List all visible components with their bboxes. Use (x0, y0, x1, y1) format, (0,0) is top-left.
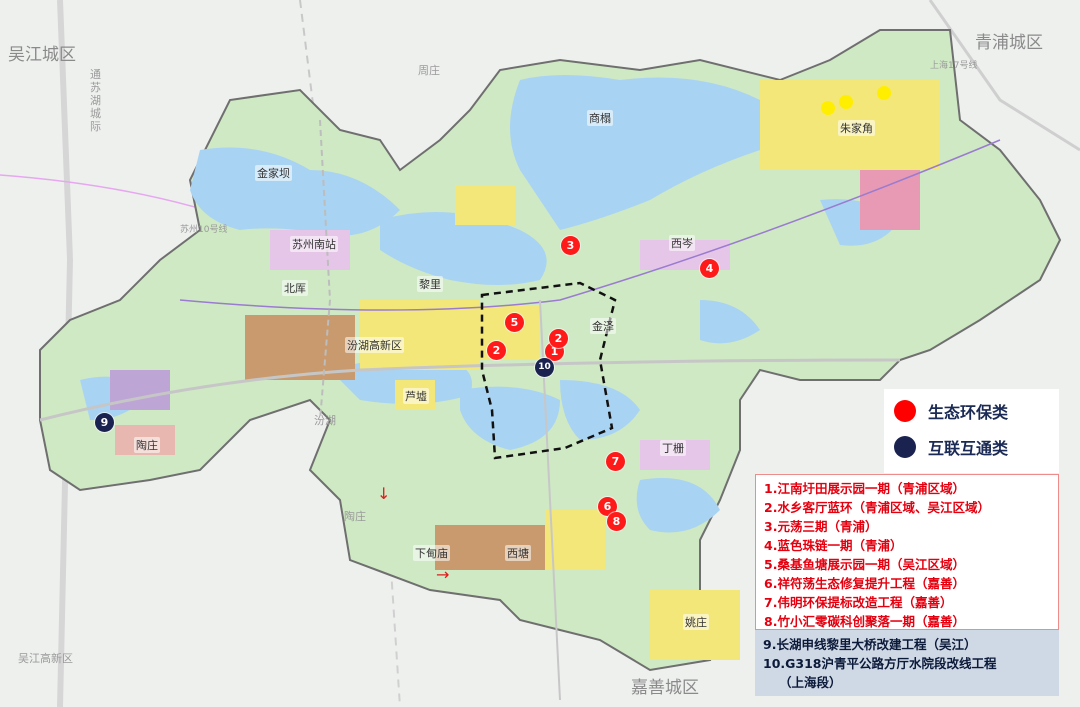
label-river: 汾湖 (314, 414, 336, 427)
urban (860, 170, 920, 230)
legend-label-eco: 生态环保类 (928, 403, 1009, 422)
eco-project-list: 1.江南圩田展示园一期（青浦区域） 2.水乡客厅蓝环（青浦区域、吴江区域） 3.… (755, 474, 1059, 630)
region-label-qingpu: 青浦城区 (975, 33, 1043, 53)
legend: 生态环保类 互联互通类 (884, 389, 1059, 473)
marker-project-7[interactable]: 7 (606, 452, 625, 471)
eco-project-item: 4.蓝色珠链一期（青浦） (764, 538, 903, 553)
region-label-wujiang-hi: 吴江高新区 (18, 652, 73, 665)
arrow-right-icon: → (436, 565, 450, 584)
place-jinjiaba: 金家坝 (255, 165, 292, 181)
label-line17: 上海17号线 (930, 61, 978, 71)
conn-project-list: 9.长湖申线黎里大桥改建工程（吴江） 10.G318沪青平公路方厅水院段改线工程… (755, 630, 1059, 696)
marker-project-3[interactable]: 3 (561, 236, 580, 255)
marker-project-2a[interactable]: 2 (549, 329, 568, 348)
highlight-dot (821, 101, 835, 115)
conn-project-item: 9.长湖申线黎里大桥改建工程（吴江） (763, 637, 977, 652)
eco-project-item: 8.竹小汇零碳科创聚落一期（嘉善） (764, 614, 965, 629)
place-xitang: 西塘 (505, 545, 531, 561)
region-label-taoyuan: 陶庄 (344, 510, 366, 523)
eco-project-item: 3.元荡三期（青浦） (764, 519, 878, 534)
eco-project-item: 5.桑基鱼塘展示园一期（吴江区域） (764, 557, 965, 572)
eco-project-item: 1.江南圩田展示园一期（青浦区域） (764, 481, 965, 496)
place-zhujiajiao: 朱家角 (838, 120, 875, 136)
eco-project-item: 6.祥符荡生态修复提升工程（嘉善） (764, 576, 965, 591)
industrial (110, 370, 170, 410)
region-label-wujiang: 吴江城区 (8, 45, 76, 65)
place-dingzha: 丁栅 (660, 440, 686, 456)
place-jinze: 金泽 (590, 318, 616, 334)
map-frame: 吴江城区 青浦城区 嘉善城区 吴江高新区 周庄 陶庄 朱家角 金家坝 苏州南站 … (0, 0, 1080, 707)
marker-project-8[interactable]: 8 (607, 512, 626, 531)
highlight-dot (877, 86, 891, 100)
urban (455, 185, 515, 225)
eco-project-item: 7.伟明环保提标改造工程（嘉善） (764, 595, 953, 610)
place-suzhou-south: 苏州南站 (290, 236, 338, 252)
legend-row-eco: 生态环保类 (894, 399, 1008, 423)
label-subway10: 苏州10号线 (180, 225, 228, 235)
place-luxu: 芦墟 (403, 388, 429, 404)
legend-dot-conn (894, 436, 916, 458)
marker-project-9[interactable]: 9 (95, 413, 114, 432)
highlight-dot (839, 95, 853, 109)
marker-project-4[interactable]: 4 (700, 259, 719, 278)
place-lili: 黎里 (417, 276, 443, 292)
place-xiadianmiao: 下甸庙 (413, 545, 450, 561)
conn-project-item: 10.G318沪青平公路方厅水院段改线工程 (763, 656, 997, 671)
marker-project-5[interactable]: 5 (505, 313, 524, 332)
place-beishe: 北厍 (282, 280, 308, 296)
place-xicen: 西岑 (669, 235, 695, 251)
conn-project-item: （上海段） (779, 675, 842, 690)
label-tongsu: 通苏湖城际 (90, 68, 101, 133)
place-taozhuang: 陶庄 (134, 437, 160, 453)
eco-project-item: 2.水乡客厅蓝环（青浦区域、吴江区域） (764, 500, 990, 515)
marker-project-2b[interactable]: 2 (487, 341, 506, 360)
region-label-zhouzhuang: 周庄 (418, 64, 440, 77)
region-label-jiashan: 嘉善城区 (631, 678, 699, 698)
arrow-down-icon: ↓ (377, 484, 391, 503)
place-shangta: 商榻 (587, 110, 613, 126)
legend-row-conn: 互联互通类 (894, 435, 1008, 459)
place-yaozhuang: 姚庄 (683, 614, 709, 630)
legend-dot-eco (894, 400, 916, 422)
marker-project-10[interactable]: 10 (535, 358, 554, 377)
legend-label-conn: 互联互通类 (928, 439, 1009, 458)
place-fenhu: 汾湖高新区 (345, 337, 404, 353)
